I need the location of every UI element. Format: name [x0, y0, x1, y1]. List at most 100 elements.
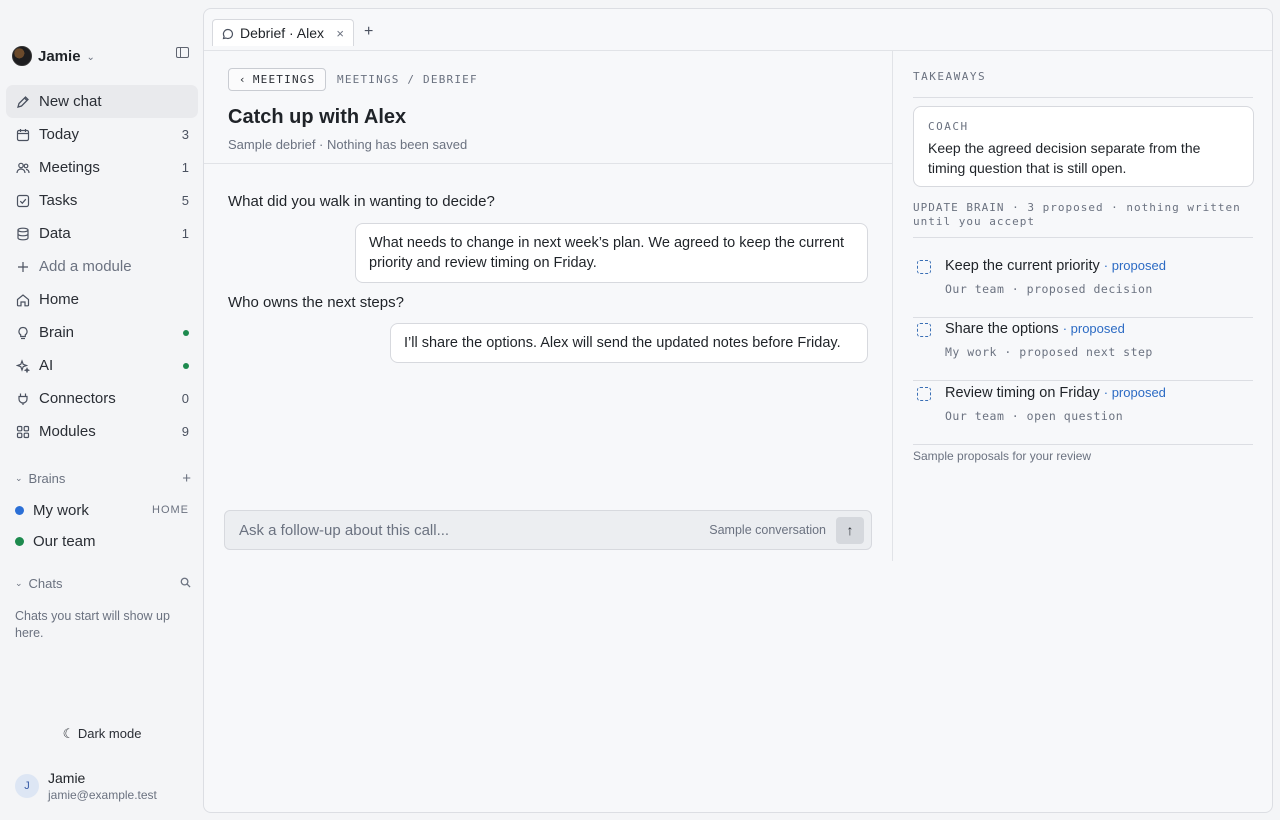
follow-up-input[interactable] — [239, 521, 710, 539]
arrow-up-icon: ↑ — [846, 522, 854, 538]
pending-checkbox-icon[interactable] — [917, 260, 931, 274]
question-message: Who owns the next steps? — [228, 294, 404, 311]
brain-color-dot — [15, 505, 24, 515]
nav-label: AI — [39, 357, 54, 374]
proposal-title: Keep the current priority — [945, 258, 1100, 274]
calendar-icon — [16, 128, 30, 142]
moon-icon: ☾ — [62, 726, 75, 741]
chats-section-label: Chats — [28, 575, 63, 591]
sparkle-icon — [16, 358, 30, 373]
nav-count: 0 — [181, 391, 189, 406]
proposal-status: · proposed — [1103, 385, 1166, 400]
nav-label: Home — [39, 291, 80, 308]
nav-item-add-module[interactable]: Add a module — [6, 250, 198, 283]
pending-checkbox-icon[interactable] — [917, 323, 931, 337]
page-title: Catch up with Alex — [228, 106, 407, 128]
nav-item-meetings[interactable]: Meetings 1 — [6, 151, 198, 184]
nav-item-brain[interactable]: Brain — [6, 316, 198, 349]
nav-label: New chat — [39, 93, 102, 110]
brain-item-my-work[interactable]: My work HOME — [15, 499, 189, 521]
nav-label: Modules — [39, 423, 96, 440]
main-window: Debrief · Alex × + ‹ MEETINGS MEETINGS /… — [203, 8, 1273, 813]
dark-mode-toggle[interactable]: ☾ Dark mode — [0, 726, 204, 742]
tab-debrief-alex[interactable]: Debrief · Alex × — [212, 19, 354, 46]
brain-item-our-team[interactable]: Our team — [15, 530, 189, 552]
question-message: What did you walk in wanting to decide? — [228, 193, 495, 210]
checkbox-icon — [16, 194, 30, 208]
back-to-meetings-button[interactable]: ‹ MEETINGS — [228, 68, 327, 91]
brain-label: Our team — [33, 532, 96, 550]
brains-section-header[interactable]: ⌄ Brains + — [15, 469, 191, 487]
nav-count: 1 — [181, 226, 189, 241]
nav-label: Brain — [39, 324, 75, 341]
avatar: J — [15, 774, 39, 798]
proposals-footnote: Sample proposals for your review — [913, 449, 1092, 463]
composer-note: Sample conversation — [709, 523, 826, 537]
send-button[interactable]: ↑ — [836, 516, 864, 544]
nav-label: Add a module — [39, 258, 132, 275]
close-icon[interactable]: × — [336, 26, 344, 41]
chevron-down-icon: ⌄ — [15, 472, 23, 483]
proposal-item[interactable]: Keep the current priority · proposed Our… — [913, 254, 1253, 318]
chats-section-header[interactable]: ⌄ Chats — [15, 574, 191, 592]
takeaways-panel: TAKEAWAYS COACH Keep the agreed decision… — [892, 51, 1272, 561]
coach-card: COACH Keep the agreed decision separate … — [913, 106, 1254, 187]
nav-count: 3 — [181, 127, 189, 142]
answer-message: I’ll share the options. Alex will send t… — [390, 323, 868, 363]
follow-up-composer: Sample conversation ↑ — [224, 510, 872, 550]
new-tab-plus-icon[interactable]: + — [364, 23, 373, 41]
pending-checkbox-icon[interactable] — [917, 387, 931, 401]
nav-label: Data — [39, 225, 71, 242]
chevron-down-icon: ⌄ — [15, 577, 23, 588]
dark-mode-label: Dark mode — [77, 726, 142, 741]
chevron-left-icon: ‹ — [239, 73, 247, 86]
nav-item-tasks[interactable]: Tasks 5 — [6, 184, 198, 217]
plus-icon — [16, 260, 30, 274]
nav-item-new-chat[interactable]: New chat — [6, 85, 198, 118]
proposal-meta: Our team · open question — [945, 409, 1124, 423]
workspace-avatar — [12, 46, 32, 66]
database-icon — [16, 227, 30, 241]
nav-item-data[interactable]: Data 1 — [6, 217, 198, 250]
page-subtitle: Sample debrief · Nothing has been saved — [228, 137, 468, 152]
pencil-icon — [16, 95, 30, 109]
home-icon — [16, 293, 30, 307]
proposal-title: Share the options — [945, 321, 1059, 337]
nav-item-today[interactable]: Today 3 — [6, 118, 198, 151]
user-name: Jamie — [48, 769, 86, 786]
brain-label: My work — [33, 501, 89, 519]
back-button-label: MEETINGS — [252, 73, 316, 86]
nav-item-modules[interactable]: Modules 9 — [6, 415, 198, 448]
breadcrumb: MEETINGS / DEBRIEF — [337, 73, 478, 86]
tab-label: Debrief · Alex — [240, 25, 325, 41]
nav-item-ai[interactable]: AI — [6, 349, 198, 382]
nav-label: Meetings — [39, 159, 100, 176]
brain-color-dot — [15, 536, 24, 546]
user-profile[interactable]: J Jamie jamie@example.test — [15, 768, 195, 804]
divider — [913, 97, 1253, 98]
conversation-header: ‹ MEETINGS MEETINGS / DEBRIEF Catch up w… — [204, 51, 892, 164]
proposal-item[interactable]: Share the options · proposed My work · p… — [913, 317, 1253, 381]
user-email: jamie@example.test — [48, 787, 157, 802]
sidebar-nav: New chat Today 3 Meetings 1 Tasks 5 Data… — [6, 85, 198, 448]
nav-item-home[interactable]: Home — [6, 283, 198, 316]
proposal-meta: My work · proposed next step — [945, 345, 1153, 359]
proposal-item[interactable]: Review timing on Friday · proposed Our t… — [913, 381, 1253, 445]
status-dot — [183, 329, 189, 336]
divider — [913, 237, 1253, 238]
plug-icon — [16, 392, 30, 406]
add-brain-icon[interactable]: + — [182, 470, 191, 487]
brains-section-label: Brains — [28, 470, 66, 486]
proposal-status: · proposed — [1103, 258, 1166, 273]
nav-label: Connectors — [39, 390, 116, 407]
nav-label: Today — [39, 126, 80, 143]
update-brain-heading: UPDATE BRAIN · 3 proposed · nothing writ… — [913, 201, 1241, 228]
nav-item-connectors[interactable]: Connectors 0 — [6, 382, 198, 415]
grid-icon — [16, 425, 30, 439]
proposal-status: · proposed — [1062, 321, 1125, 336]
sidebar-toggle-icon[interactable] — [176, 47, 189, 58]
brain-home-tag: HOME — [152, 504, 189, 516]
workspace-switcher[interactable]: Jamie ⌄ — [12, 44, 192, 68]
search-icon[interactable] — [180, 575, 191, 592]
tab-bar: Debrief · Alex × + — [204, 9, 1272, 51]
